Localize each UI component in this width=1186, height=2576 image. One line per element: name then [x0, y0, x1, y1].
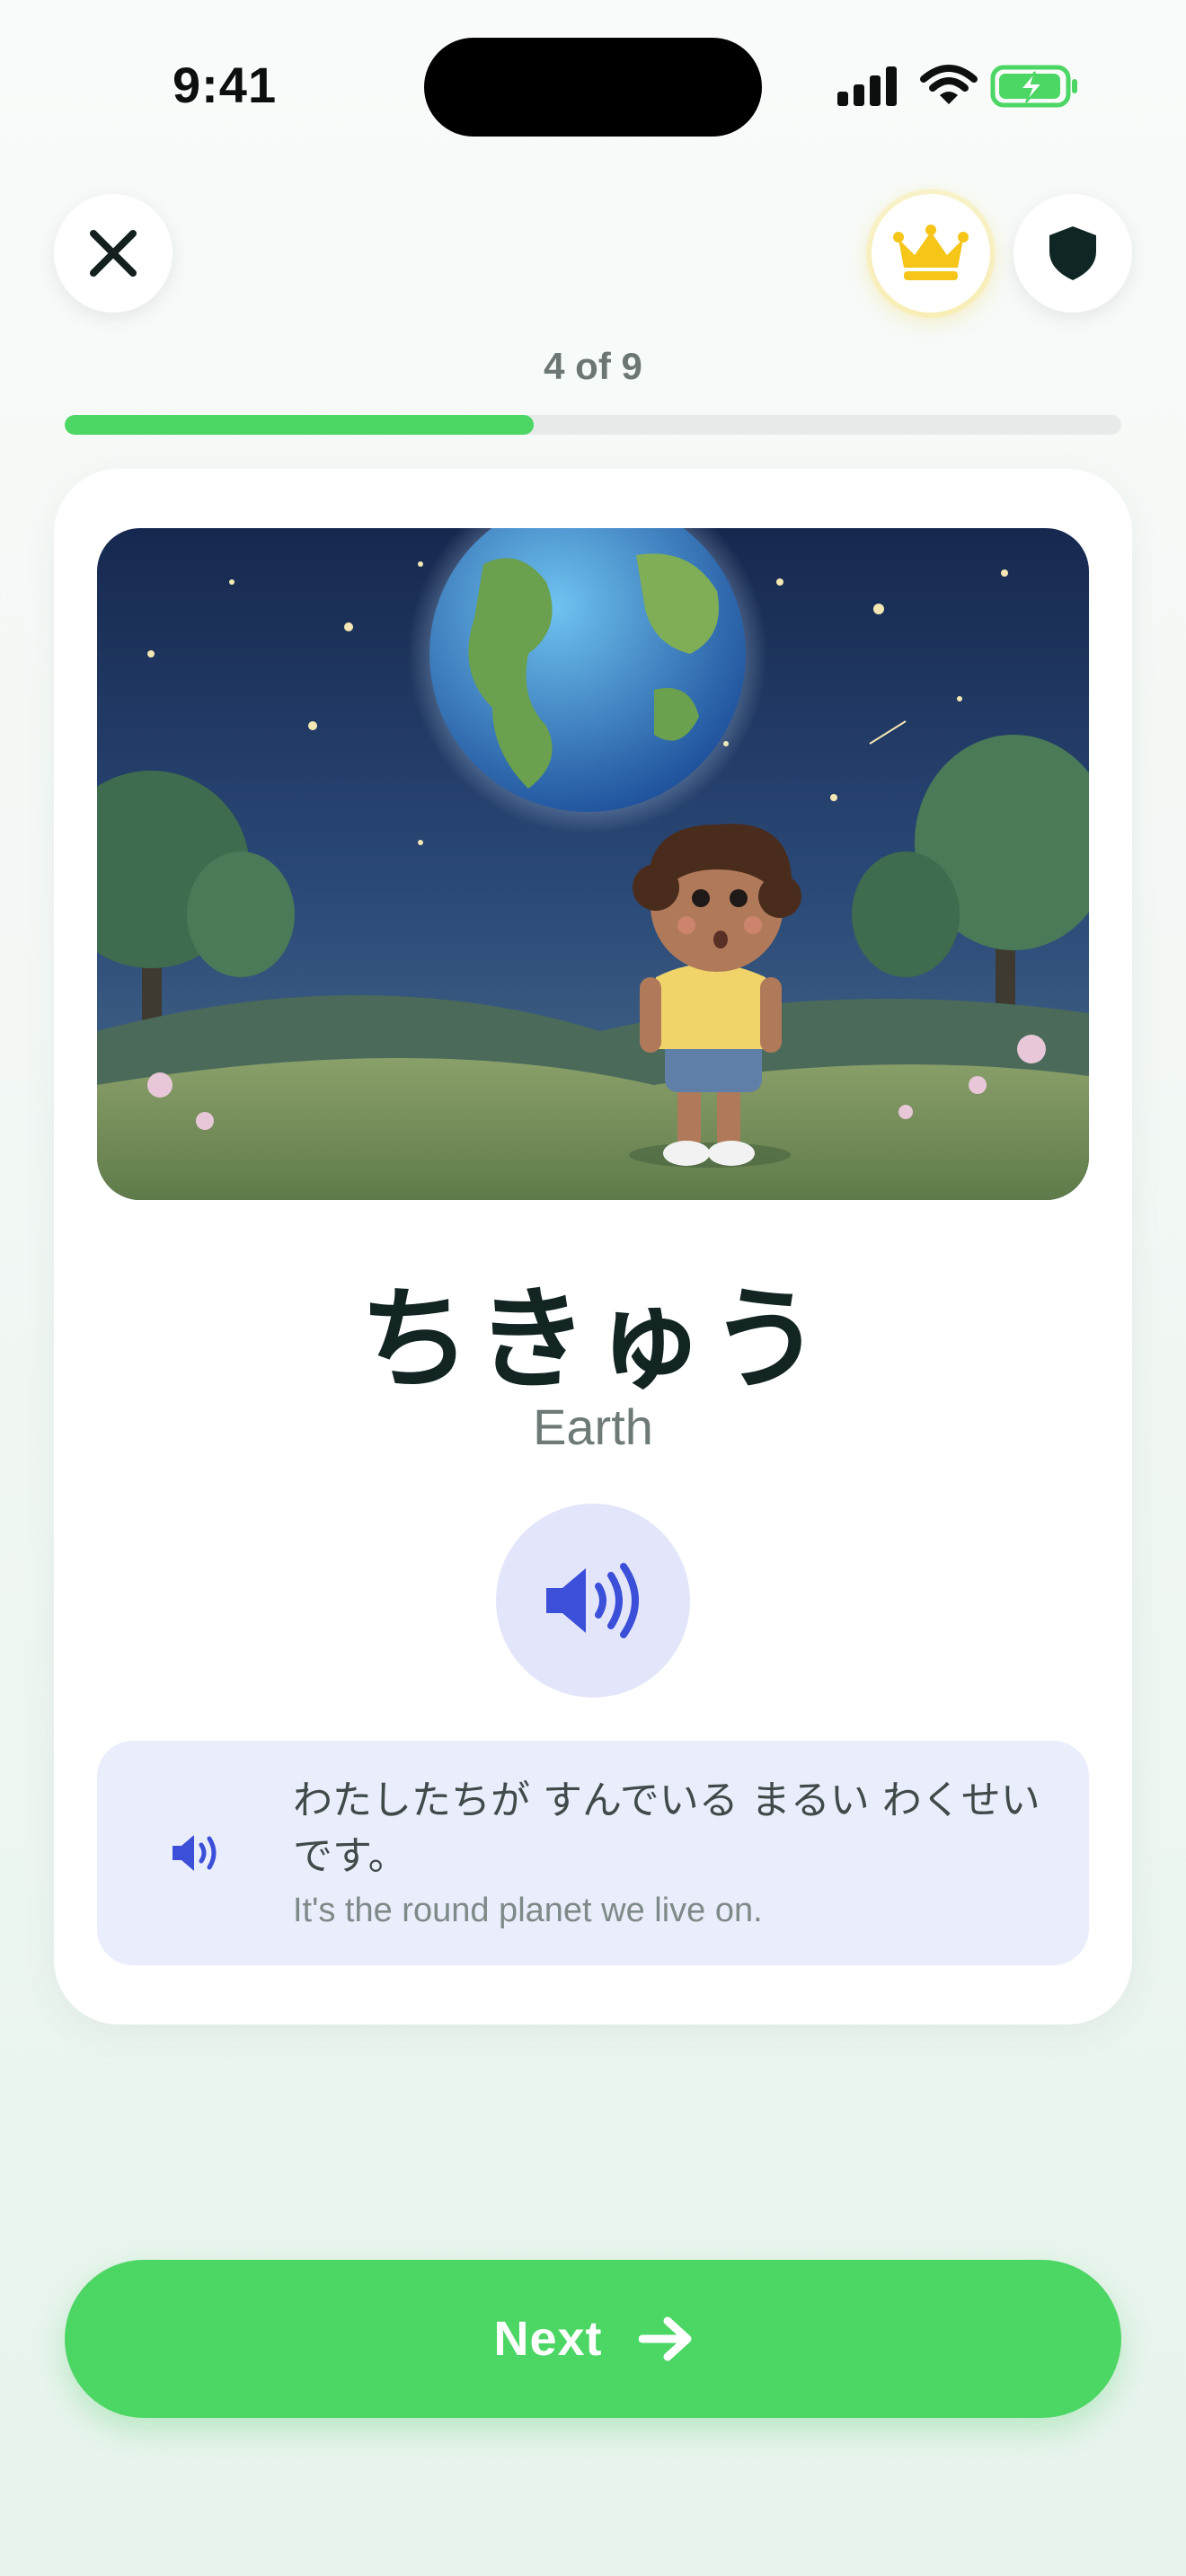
status-time: 9:41 [173, 57, 278, 113]
dynamic-island [424, 38, 762, 137]
progress-bar [65, 415, 1121, 435]
shield-button[interactable] [1013, 194, 1132, 313]
close-button[interactable] [54, 194, 173, 313]
example-japanese: わたしたちが すんでいる まるい わくせいです。 [293, 1778, 1040, 1879]
flashcard: ちきゅう Earth わたしたちが すんでいる まるい わくせいです。 It's… [54, 469, 1132, 2025]
example-speaker-icon[interactable] [171, 1832, 225, 1874]
earth-night-boy-illustration [97, 528, 1089, 1200]
example-sentence[interactable]: わたしたちが すんでいる まるい わくせいです。 It's the round … [97, 1741, 1089, 1965]
play-audio-button[interactable] [496, 1504, 690, 1698]
vocab-word: ちきゅう [358, 1275, 827, 1405]
premium-button[interactable] [872, 194, 990, 313]
example-english: It's the round planet we live on. [293, 1892, 763, 1929]
signal-icon [837, 66, 897, 106]
progress-label: 4 of 9 [544, 345, 642, 387]
progress-fill [65, 415, 535, 435]
close-icon [90, 230, 137, 277]
battery-charging-icon [990, 65, 1077, 108]
crown-icon [893, 225, 969, 280]
speaker-icon [546, 1563, 639, 1638]
vocab-translation: Earth [533, 1398, 653, 1455]
wifi-icon [920, 65, 978, 104]
shield-icon [1049, 226, 1096, 280]
next-label: Next [493, 2312, 603, 2366]
next-button[interactable]: Next [65, 2260, 1121, 2418]
arrow-right-icon [638, 2316, 692, 2361]
